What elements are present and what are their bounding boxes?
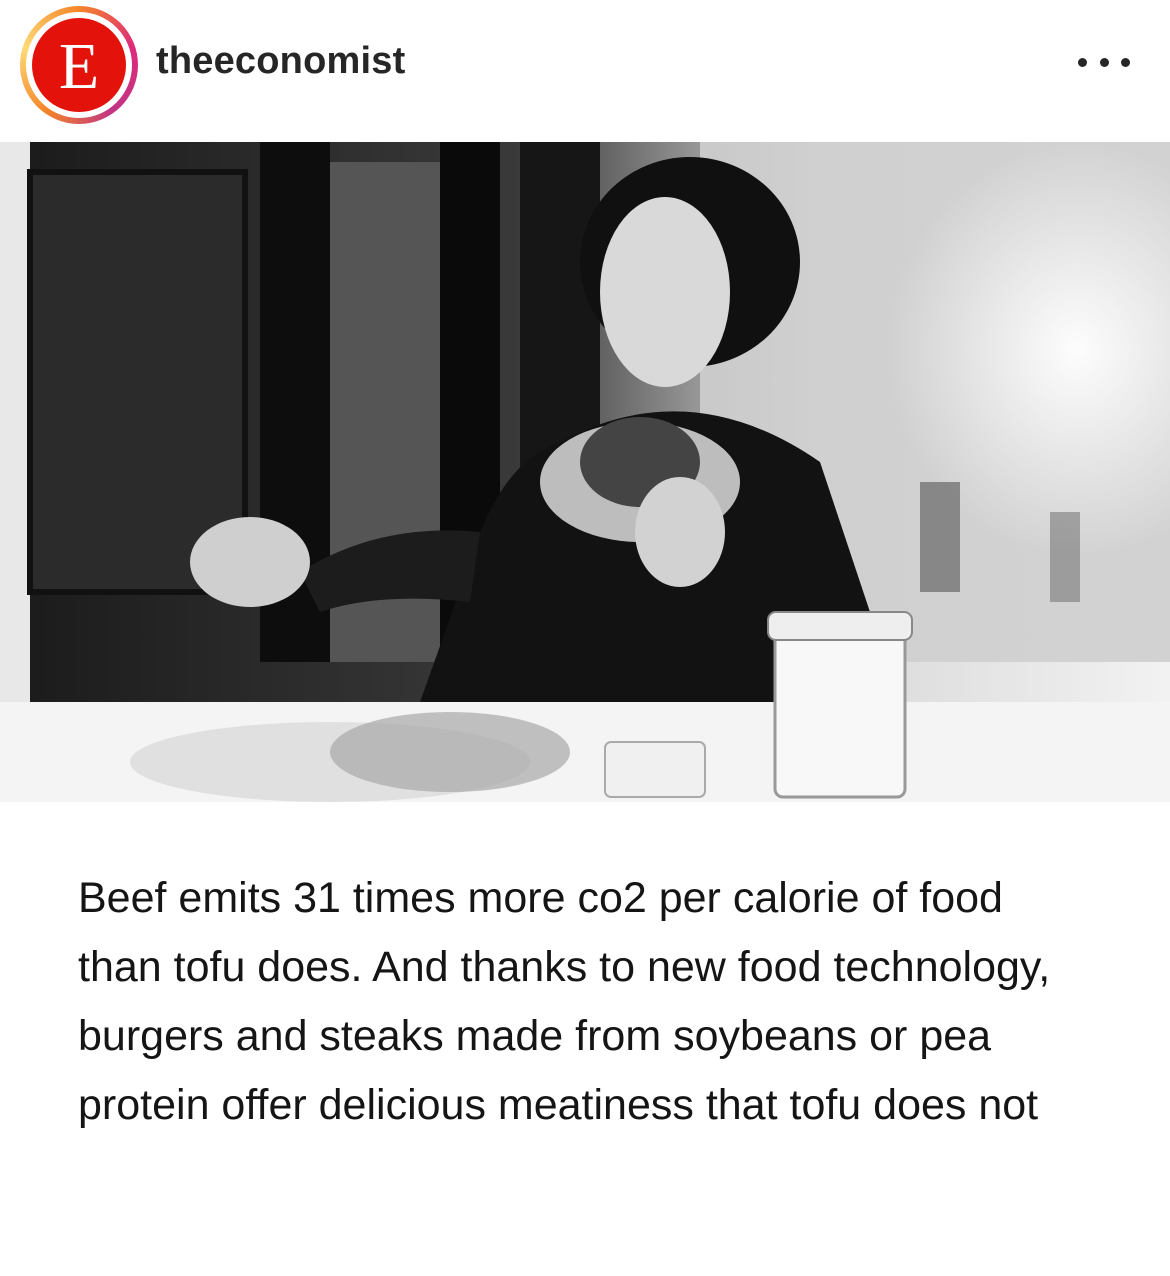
post-caption: Beef emits 31 times more co2 per calorie… bbox=[78, 874, 1051, 1129]
username[interactable]: theeconomist bbox=[156, 40, 405, 83]
avatar-inner: E bbox=[26, 12, 132, 118]
avatar-letter: E bbox=[58, 30, 100, 103]
avatar[interactable]: E bbox=[32, 18, 126, 112]
post-photo[interactable] bbox=[0, 142, 1170, 802]
more-dot-icon bbox=[1078, 57, 1087, 67]
more-dot-icon bbox=[1099, 57, 1109, 67]
more-dot-icon bbox=[1121, 57, 1130, 67]
photo-illustration bbox=[0, 142, 1170, 802]
post-header: E theeconomist bbox=[0, 0, 1170, 143]
more-options-button[interactable] bbox=[1078, 50, 1130, 74]
avatar-story-ring[interactable]: E bbox=[20, 6, 138, 124]
